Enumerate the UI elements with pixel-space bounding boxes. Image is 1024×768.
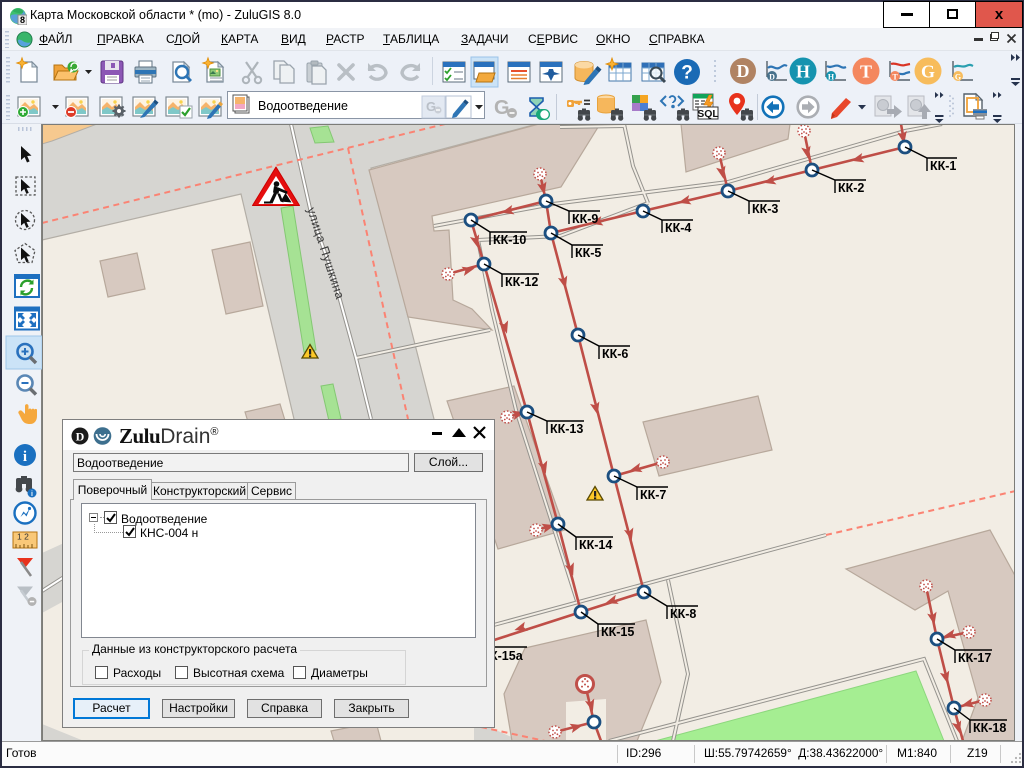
svg-text:КК-1: КК-1 [930, 159, 956, 173]
svg-text:i: i [31, 491, 33, 498]
svg-text:i: i [23, 449, 27, 465]
svg-text:КК-3: КК-3 [752, 202, 778, 216]
svg-text:К-15а: К-15а [490, 649, 524, 663]
svg-text:?: ? [681, 63, 693, 84]
svg-text:G: G [426, 99, 436, 114]
svg-text:G: G [921, 62, 935, 82]
svg-text:КК-6: КК-6 [602, 347, 628, 361]
svg-text:КК-14: КК-14 [579, 538, 612, 552]
svg-text:H: H [796, 62, 810, 82]
svg-text:КК-2: КК-2 [838, 181, 864, 195]
svg-text:G: G [494, 97, 510, 119]
svg-text:КК-18: КК-18 [973, 721, 1006, 735]
svg-text:8: 8 [20, 15, 25, 25]
svg-text:КК-9: КК-9 [572, 212, 598, 226]
svg-text:D: D [737, 61, 750, 81]
svg-text:T: T [892, 73, 898, 82]
svg-text:G: G [955, 73, 961, 82]
svg-text:SQL: SQL [697, 108, 719, 120]
svg-text:КК-12: КК-12 [505, 275, 538, 289]
svg-text:КК-7: КК-7 [640, 488, 666, 502]
svg-text:КК-8: КК-8 [670, 607, 696, 621]
svg-text:КК-5: КК-5 [575, 246, 601, 260]
svg-text:D: D [76, 430, 85, 444]
svg-text:КК-10: КК-10 [493, 233, 526, 247]
svg-text:H: H [828, 73, 835, 82]
svg-text:1 2: 1 2 [17, 532, 29, 542]
svg-text:Водоотведение: Водоотведение [258, 99, 348, 113]
svg-text:КК-13: КК-13 [550, 422, 583, 436]
svg-text:КК-15: КК-15 [601, 625, 634, 639]
svg-text:D: D [769, 73, 775, 82]
svg-text:КК-17: КК-17 [958, 651, 991, 665]
svg-text:T: T [860, 62, 872, 82]
svg-text:КК-4: КК-4 [665, 221, 691, 235]
